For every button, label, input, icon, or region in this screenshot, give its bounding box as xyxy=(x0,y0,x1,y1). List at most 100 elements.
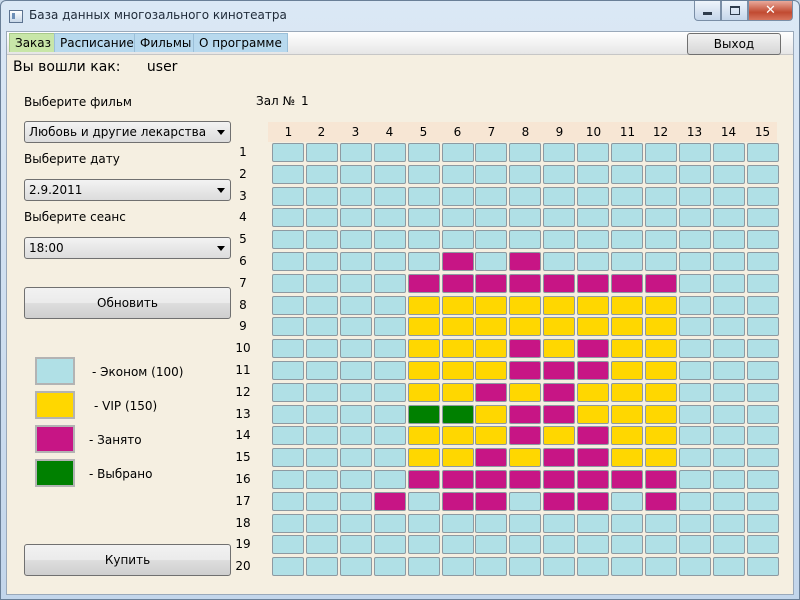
seat-economy[interactable] xyxy=(747,557,779,576)
seat-economy[interactable] xyxy=(340,535,372,554)
seat-economy[interactable] xyxy=(509,208,541,227)
seat-economy[interactable] xyxy=(408,187,440,206)
seat-economy[interactable] xyxy=(408,557,440,576)
seat-economy[interactable] xyxy=(306,426,338,445)
seat-economy[interactable] xyxy=(713,274,745,293)
seat-vip[interactable] xyxy=(611,448,643,467)
seat-economy[interactable] xyxy=(679,143,711,162)
seat-vip[interactable] xyxy=(611,296,643,315)
seat-economy[interactable] xyxy=(747,317,779,336)
seat-economy[interactable] xyxy=(340,143,372,162)
seat-vip[interactable] xyxy=(645,361,677,380)
seat-economy[interactable] xyxy=(475,252,507,271)
seat-economy[interactable] xyxy=(611,230,643,249)
seat-economy[interactable] xyxy=(272,252,304,271)
seat-economy[interactable] xyxy=(306,514,338,533)
seat-economy[interactable] xyxy=(611,252,643,271)
seat-economy[interactable] xyxy=(543,557,575,576)
seat-economy[interactable] xyxy=(679,535,711,554)
seat-vip[interactable] xyxy=(577,296,609,315)
seat-vip[interactable] xyxy=(408,339,440,358)
seat-economy[interactable] xyxy=(272,296,304,315)
seat-economy[interactable] xyxy=(645,514,677,533)
seat-economy[interactable] xyxy=(713,208,745,227)
seat-economy[interactable] xyxy=(747,535,779,554)
seat-economy[interactable] xyxy=(679,383,711,402)
seat-economy[interactable] xyxy=(509,187,541,206)
seat-economy[interactable] xyxy=(475,143,507,162)
seat-economy[interactable] xyxy=(747,470,779,489)
seat-vip[interactable] xyxy=(645,383,677,402)
seat-economy[interactable] xyxy=(645,187,677,206)
seat-vip[interactable] xyxy=(442,317,474,336)
seat-economy[interactable] xyxy=(272,557,304,576)
seat-economy[interactable] xyxy=(306,208,338,227)
seat-economy[interactable] xyxy=(747,143,779,162)
seat-economy[interactable] xyxy=(645,230,677,249)
seat-economy[interactable] xyxy=(374,426,406,445)
seat-economy[interactable] xyxy=(747,383,779,402)
seat-economy[interactable] xyxy=(645,252,677,271)
maximize-button[interactable] xyxy=(721,1,748,21)
seat-economy[interactable] xyxy=(374,514,406,533)
seat-economy[interactable] xyxy=(408,252,440,271)
seat-vip[interactable] xyxy=(509,383,541,402)
seat-vip[interactable] xyxy=(442,383,474,402)
seat-vip[interactable] xyxy=(611,317,643,336)
seat-economy[interactable] xyxy=(442,143,474,162)
seat-economy[interactable] xyxy=(713,252,745,271)
seat-economy[interactable] xyxy=(306,252,338,271)
exit-button[interactable]: Выход xyxy=(687,33,781,55)
seat-economy[interactable] xyxy=(509,143,541,162)
seat-economy[interactable] xyxy=(272,383,304,402)
tab-about[interactable]: О программе xyxy=(193,33,288,52)
seat-economy[interactable] xyxy=(340,361,372,380)
seat-vip[interactable] xyxy=(408,426,440,445)
seat-economy[interactable] xyxy=(509,492,541,511)
minimize-button[interactable] xyxy=(694,1,721,21)
seat-economy[interactable] xyxy=(713,143,745,162)
seat-economy[interactable] xyxy=(408,492,440,511)
tab-schedule[interactable]: Расписание xyxy=(54,33,140,52)
seat-economy[interactable] xyxy=(272,143,304,162)
seat-economy[interactable] xyxy=(306,317,338,336)
seat-vip[interactable] xyxy=(577,405,609,424)
seat-economy[interactable] xyxy=(272,470,304,489)
seat-economy[interactable] xyxy=(408,535,440,554)
seat-economy[interactable] xyxy=(611,187,643,206)
seat-vip[interactable] xyxy=(475,339,507,358)
seat-vip[interactable] xyxy=(611,339,643,358)
seat-economy[interactable] xyxy=(713,230,745,249)
seat-economy[interactable] xyxy=(408,143,440,162)
seat-economy[interactable] xyxy=(747,296,779,315)
seat-economy[interactable] xyxy=(442,535,474,554)
seat-economy[interactable] xyxy=(747,361,779,380)
seat-economy[interactable] xyxy=(713,535,745,554)
seat-economy[interactable] xyxy=(340,426,372,445)
seat-economy[interactable] xyxy=(543,143,575,162)
seat-economy[interactable] xyxy=(272,361,304,380)
seat-economy[interactable] xyxy=(306,448,338,467)
seat-vip[interactable] xyxy=(442,361,474,380)
seat-economy[interactable] xyxy=(374,252,406,271)
seat-economy[interactable] xyxy=(611,514,643,533)
seat-economy[interactable] xyxy=(272,492,304,511)
seat-economy[interactable] xyxy=(340,252,372,271)
seat-economy[interactable] xyxy=(408,514,440,533)
seat-vip[interactable] xyxy=(543,426,575,445)
seat-vip[interactable] xyxy=(577,383,609,402)
seat-economy[interactable] xyxy=(272,317,304,336)
seat-economy[interactable] xyxy=(577,187,609,206)
close-button[interactable]: ✕ xyxy=(748,1,793,21)
refresh-button[interactable]: Обновить xyxy=(24,287,231,319)
seat-economy[interactable] xyxy=(713,361,745,380)
seat-economy[interactable] xyxy=(374,274,406,293)
seat-economy[interactable] xyxy=(509,165,541,184)
seat-economy[interactable] xyxy=(272,405,304,424)
seat-economy[interactable] xyxy=(306,230,338,249)
seat-economy[interactable] xyxy=(306,383,338,402)
seat-economy[interactable] xyxy=(509,535,541,554)
seat-economy[interactable] xyxy=(408,230,440,249)
seat-economy[interactable] xyxy=(645,557,677,576)
seat-economy[interactable] xyxy=(272,208,304,227)
